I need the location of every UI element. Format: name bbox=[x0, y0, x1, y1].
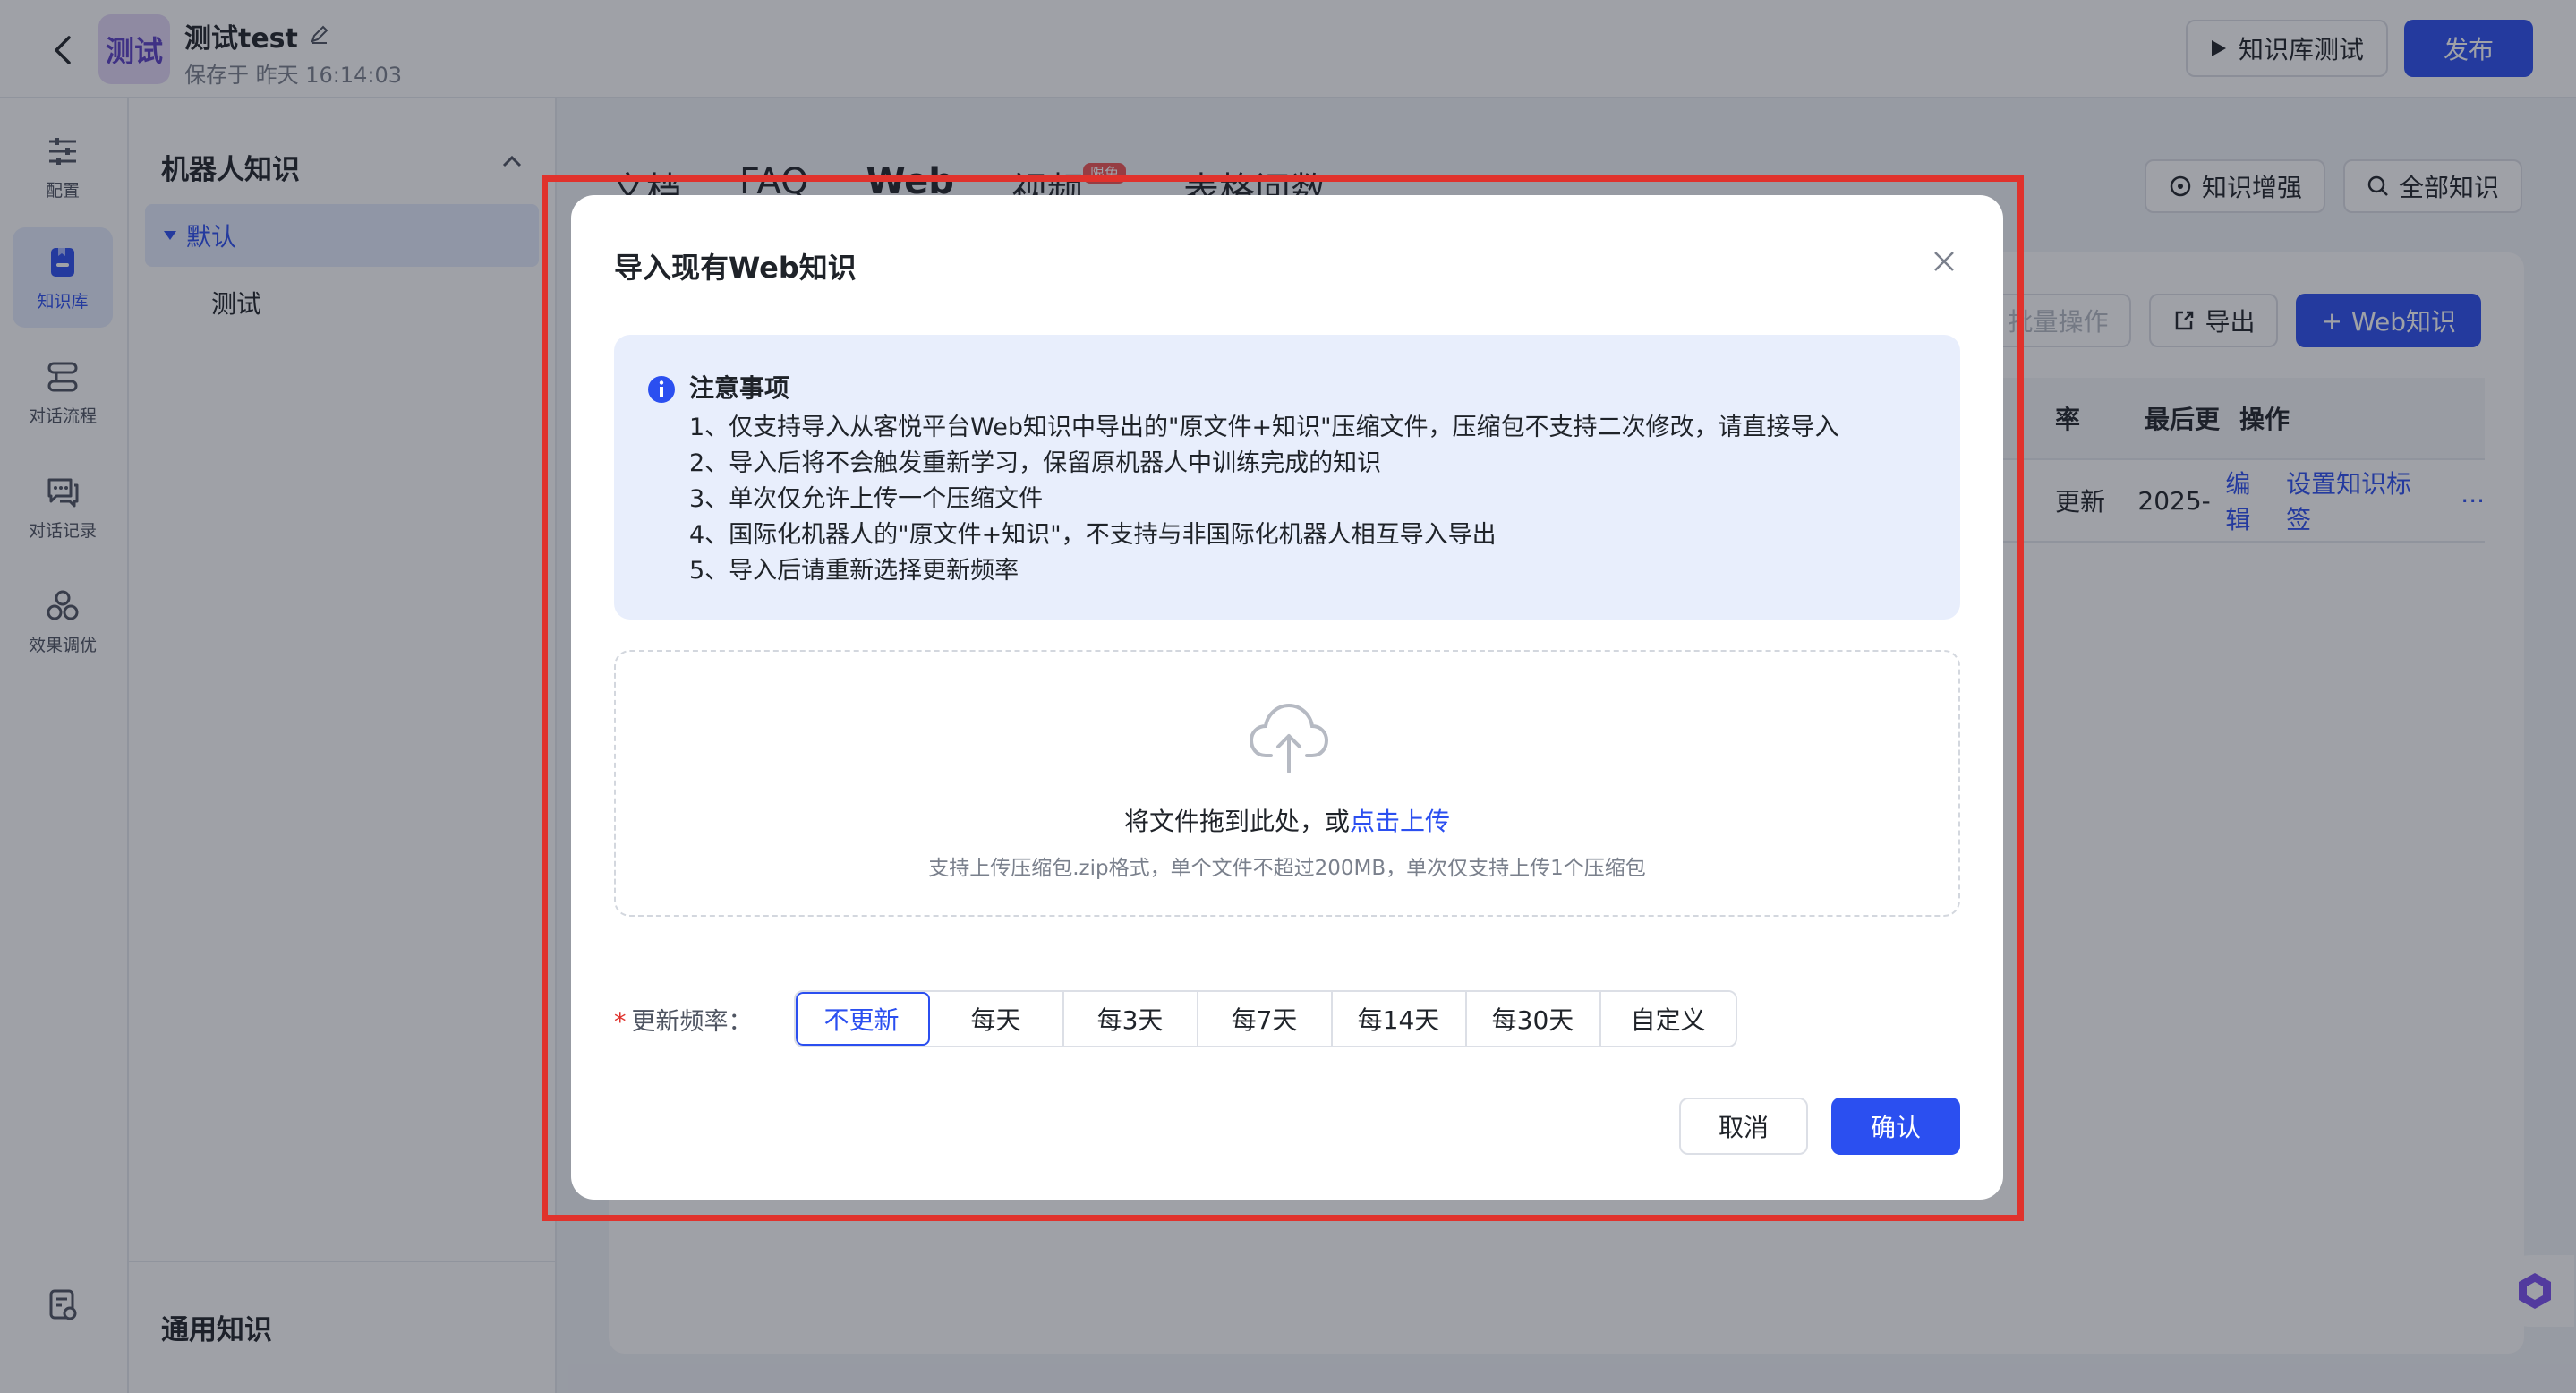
highlight-frame bbox=[542, 175, 2024, 1221]
